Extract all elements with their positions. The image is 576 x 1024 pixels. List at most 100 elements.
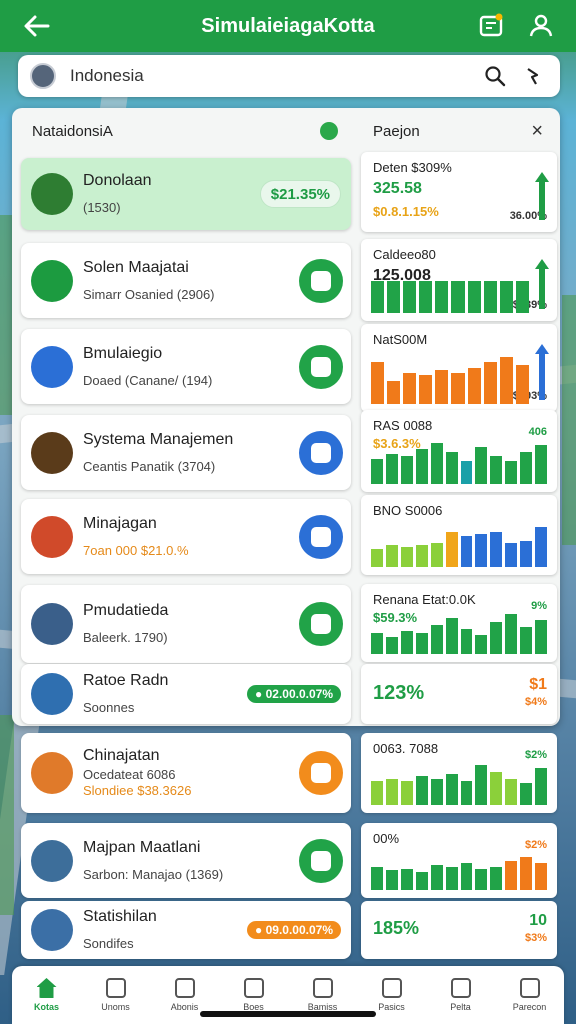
stat-card[interactable]: 0063. 7088 $2%: [361, 733, 557, 813]
list-item[interactable]: Solen Maajatai Simarr Osanied (2906): [21, 243, 351, 318]
nav-label: Pelta: [450, 1002, 471, 1012]
chart-bar: [505, 461, 518, 484]
list-item[interactable]: Majpan Maatlani Sarbon: Manajao (1369): [21, 823, 351, 898]
chart-bar: [451, 281, 465, 313]
stat-change: $0.8.1.15%: [373, 204, 439, 219]
action-button[interactable]: [299, 751, 343, 795]
stat-card[interactable]: Renana Etat:0.0K $59.3% 9%: [361, 584, 557, 662]
user-profile-icon[interactable]: [528, 12, 554, 38]
nav-item-kotas[interactable]: Kotas: [12, 966, 81, 1024]
stat-label: Deten $309%: [373, 160, 452, 175]
action-icon: [311, 526, 331, 547]
action-button[interactable]: [299, 602, 343, 646]
avatar[interactable]: [30, 63, 56, 89]
list-item[interactable]: Bmulaiegio Doaed (Canane/ (194): [21, 329, 351, 404]
stat-card[interactable]: Deten $309% 325.58 $0.8.1.15% 36.00%: [361, 152, 557, 232]
chart-bar: [400, 869, 413, 890]
action-button[interactable]: [299, 514, 343, 559]
action-button[interactable]: [299, 430, 343, 475]
list-item-subtitle: Sarbon: Manajao (1369): [83, 866, 224, 882]
voice-icon[interactable]: [522, 65, 544, 87]
nav-item-unoms[interactable]: Unoms: [81, 966, 150, 1024]
trend-arrowhead-icon: [535, 172, 549, 182]
search-bar[interactable]: Indonesia: [18, 55, 560, 97]
search-status-icon[interactable]: [320, 122, 338, 140]
stat-label: RAS 0088: [373, 418, 433, 433]
stat-right-value: 406: [528, 426, 547, 438]
stat-label: 0063. 7088: [373, 741, 439, 756]
list-item[interactable]: Ratoe Radn Soonnes ● 02.00.0.07%: [21, 664, 351, 724]
list-item[interactable]: Statishilan Sondifes ● 09.0.00.07%: [21, 901, 351, 959]
list-item[interactable]: Minajagan 7oan 000 $21.0.%: [21, 499, 351, 574]
search-input[interactable]: Indonesia: [70, 66, 484, 86]
chart-bar: [371, 781, 383, 805]
calendar-icon[interactable]: [478, 12, 504, 38]
list-item[interactable]: Systema Manajemen Ceantis Panatik (3704): [21, 415, 351, 490]
nav-item-parecon[interactable]: Parecon: [495, 966, 564, 1024]
chart-bar: [520, 783, 533, 805]
chart-bar: [371, 281, 385, 313]
list-item-name: Bmulaiegio: [83, 344, 163, 362]
action-button[interactable]: [299, 838, 343, 883]
avatar: [31, 259, 73, 302]
chart-bar: [415, 545, 428, 567]
chart-bar: [490, 622, 503, 654]
chart-bar: [385, 637, 398, 654]
stat-value: 185%: [373, 918, 420, 938]
list-item-name: Ratoe Radn: [83, 672, 169, 689]
stat-card[interactable]: 185% 10 $3%: [361, 901, 557, 959]
chart-bar: [430, 443, 443, 484]
stat-card[interactable]: RAS 0088 $3.6.3% 406: [361, 410, 557, 492]
list-item-subtitle: Soonnes: [83, 700, 135, 715]
chart-bar: [430, 865, 443, 890]
chart-bar: [445, 774, 458, 805]
list-item[interactable]: Donolaan (1530) $21.35%: [21, 158, 351, 230]
action-icon: [311, 850, 331, 871]
stat-label: Caldeeo80: [373, 247, 436, 262]
nav-label: Unoms: [101, 1002, 130, 1012]
stat-right-value: 9%: [531, 600, 547, 612]
action-button[interactable]: [299, 344, 343, 389]
list-item-subtitle: (1530): [83, 200, 121, 215]
list-item-subtitle: Simarr Osanied (2906): [83, 286, 215, 302]
chart-bar: [403, 281, 417, 313]
chart-bar: [535, 620, 548, 654]
stat-card[interactable]: 123% $1 $4%: [361, 664, 557, 724]
back-arrow-icon[interactable]: [22, 12, 52, 40]
list-item[interactable]: Pmudatieda Baleerk. 1790): [21, 585, 351, 663]
chart-bar: [475, 765, 488, 805]
chart-bar: [467, 281, 481, 313]
stat-card[interactable]: NatS00M $793%: [361, 324, 557, 412]
list-item[interactable]: Chinajatan Ocedateat 6086 Slondiee $38.362…: [21, 733, 351, 813]
stat-card[interactable]: BNO S0006: [361, 495, 557, 575]
nav-icon: [381, 978, 402, 998]
search-icon[interactable]: [484, 65, 506, 87]
stat-card[interactable]: 00% $2%: [361, 823, 557, 898]
stat-right-value: $1: [529, 676, 547, 693]
percent-badge: ● 02.00.0.07%: [247, 685, 341, 703]
chart-bar: [385, 870, 398, 890]
bar-chart: [371, 527, 548, 567]
chart-bar: [535, 445, 548, 484]
nav-label: Parecon: [512, 1002, 547, 1012]
stat-label: Renana Etat:0.0K: [373, 592, 476, 607]
chart-bar: [505, 543, 518, 567]
chart-bar: [430, 543, 443, 567]
trend-arrow-icon: [539, 352, 545, 400]
chart-bar: [445, 452, 458, 484]
nav-icon: [312, 978, 333, 998]
chart-bar: [475, 635, 488, 654]
list-item-subtitle: Doaed (Canane/ (194): [83, 372, 213, 388]
nav-item-pelta[interactable]: Pelta: [426, 966, 495, 1024]
nav-icon: [105, 978, 126, 998]
action-button[interactable]: [299, 258, 343, 303]
chart-bar: [499, 281, 513, 313]
chart-bar: [400, 781, 413, 805]
stat-card[interactable]: Caldeeo80 125.008 $039%: [361, 239, 557, 321]
chart-bar: [400, 631, 413, 654]
stat-right-value: $2%: [524, 749, 547, 761]
list-item-subtitle: Sondifes: [83, 936, 134, 951]
close-icon[interactable]: ×: [531, 120, 543, 143]
action-icon: [311, 763, 331, 783]
trend-arrow-icon: [539, 180, 545, 220]
